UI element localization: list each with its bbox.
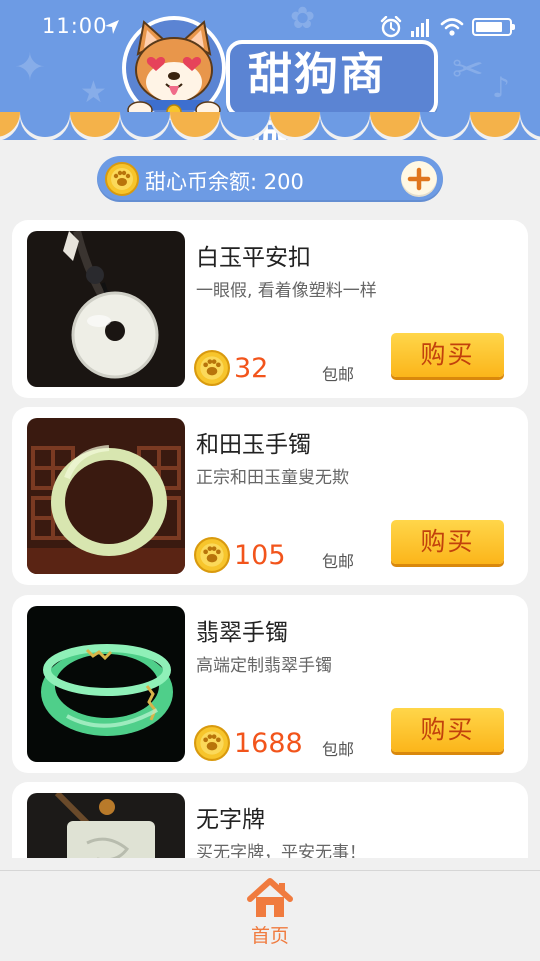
product-card[interactable]: 白玉平安扣 一眼假, 看着像塑料一样 32 包邮 购买 xyxy=(12,220,528,398)
battery-icon xyxy=(472,18,515,36)
coin-icon xyxy=(194,350,230,386)
shipping-label: 包邮 xyxy=(322,552,355,571)
product-card[interactable]: 无字牌 买无字牌，平安无事！ xyxy=(12,782,528,858)
home-icon xyxy=(247,878,293,917)
product-name: 白玉平安扣 xyxy=(196,245,311,271)
nav-home-tab[interactable]: 首页 xyxy=(240,877,300,947)
product-name: 无字牌 xyxy=(196,807,265,833)
product-image-jadeite-bangle-gold-inlay[interactable] xyxy=(27,606,185,762)
status-time: 11:00 xyxy=(42,14,108,38)
product-description: 高端定制翡翠手镯 xyxy=(196,656,332,676)
awning-scallop xyxy=(0,112,540,140)
product-image-white-jade-donut-pendant[interactable] xyxy=(27,231,185,387)
shiba-dog-logo xyxy=(122,16,226,120)
wifi-icon xyxy=(440,18,464,36)
balance-text: 甜心币余额: 200 xyxy=(145,170,304,194)
shop-title: 甜狗商城 xyxy=(226,40,438,140)
buy-button[interactable]: 购买 xyxy=(391,708,504,752)
product-price: 1688 xyxy=(234,728,303,759)
product-card[interactable]: 和田玉手镯 正宗和田玉童叟无欺 105 包邮 购买 xyxy=(12,407,528,585)
shipping-label: 包邮 xyxy=(322,740,355,759)
coin-icon xyxy=(194,537,230,573)
buy-button[interactable]: 购买 xyxy=(391,520,504,564)
battery-level xyxy=(476,22,502,32)
product-card[interactable]: 翡翠手镯 高端定制翡翠手镯 1688 包邮 购买 xyxy=(12,595,528,773)
plus-icon xyxy=(407,167,431,191)
coin-icon xyxy=(194,725,230,761)
coin-icon xyxy=(105,162,139,196)
nav-home-label: 首页 xyxy=(250,925,289,947)
doodle-decoration: ★ xyxy=(80,75,107,110)
doodle-decoration: ♪ xyxy=(492,71,510,104)
buy-button[interactable]: 购买 xyxy=(391,333,504,377)
app-header: ✦ ★ ✂ ♪ ✿ 11:00 甜狗商城 xyxy=(0,0,540,140)
product-list[interactable]: 白玉平安扣 一眼假, 看着像塑料一样 32 包邮 购买 和田玉手镯 正宗和田玉童… xyxy=(0,204,540,858)
coin-balance-bar: 甜心币余额: 200 xyxy=(97,156,443,202)
product-name: 翡翠手镯 xyxy=(196,620,288,646)
product-description: 正宗和田玉童叟无欺 xyxy=(196,468,349,488)
shipping-label: 包邮 xyxy=(322,365,355,384)
add-coins-button[interactable] xyxy=(401,161,437,197)
shop-logo: 甜狗商城 xyxy=(118,14,438,140)
product-image-hetian-jade-bangle[interactable] xyxy=(27,418,185,574)
product-price: 32 xyxy=(234,353,269,384)
product-description: 买无字牌，平安无事！ xyxy=(196,843,366,858)
product-price: 105 xyxy=(234,540,286,571)
product-name: 和田玉手镯 xyxy=(196,432,311,458)
product-description: 一眼假, 看着像塑料一样 xyxy=(196,281,377,301)
bottom-navigation: 首页 xyxy=(0,870,540,961)
product-image-blank-jade-tablet-pendant[interactable] xyxy=(27,793,185,858)
